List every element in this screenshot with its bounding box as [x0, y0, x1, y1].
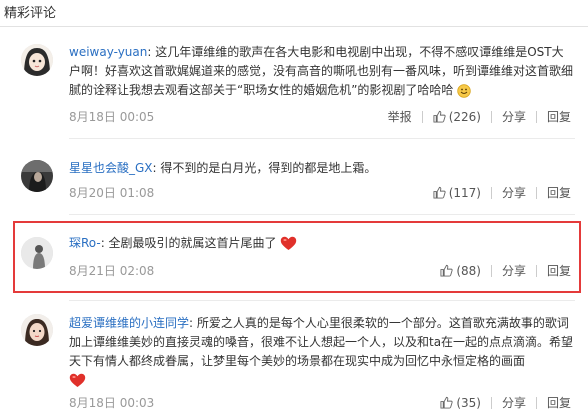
share-button[interactable]: 分享 [502, 262, 526, 279]
action-separator [535, 396, 537, 409]
thumbs-up-icon [433, 186, 446, 199]
share-button[interactable]: 分享 [502, 394, 526, 411]
like-button[interactable]: (88) [440, 264, 481, 278]
comment-date: 8月20日 01:08 [69, 186, 155, 200]
like-button[interactable]: (226) [433, 110, 481, 124]
like-count: (88) [456, 263, 481, 278]
thumbs-up-icon [440, 264, 453, 277]
comment-divider [69, 300, 575, 301]
smile-emoji-icon [457, 83, 471, 98]
title-divider [0, 26, 588, 27]
like-button[interactable]: (117) [433, 186, 481, 200]
action-separator [535, 264, 537, 277]
avatar[interactable] [21, 160, 53, 192]
comment-date: 8月18日 00:05 [69, 110, 155, 124]
action-separator [490, 264, 492, 277]
section-title: 精彩评论 [4, 6, 57, 21]
comment-username[interactable]: 琛Ro- [69, 236, 101, 250]
share-button[interactable]: 分享 [502, 108, 526, 125]
reply-button[interactable]: 回复 [547, 394, 571, 411]
like-count: (226) [448, 109, 481, 124]
action-separator [421, 110, 423, 123]
avatar[interactable] [21, 237, 53, 269]
like-count: (35) [456, 395, 481, 410]
action-separator [535, 110, 537, 123]
action-separator [490, 110, 492, 123]
thumbs-up-icon [440, 396, 453, 409]
comment-username[interactable]: 星星也会酸_GX [69, 161, 153, 175]
like-button[interactable]: (35) [440, 396, 481, 410]
avatar[interactable] [21, 314, 53, 346]
thumbs-up-icon [433, 110, 446, 123]
reply-button[interactable]: 回复 [547, 262, 571, 279]
like-count: (117) [448, 185, 481, 200]
reply-button[interactable]: 回复 [547, 108, 571, 125]
comment-username[interactable]: 超爱谭维维的小连同学 [69, 316, 189, 330]
heart-emoji-icon [281, 236, 297, 250]
report-button[interactable]: 举报 [388, 108, 412, 125]
share-button[interactable]: 分享 [502, 184, 526, 201]
comment-divider [69, 214, 575, 215]
highlight-box [13, 221, 581, 293]
reply-button[interactable]: 回复 [547, 184, 571, 201]
comment-divider [69, 138, 575, 139]
comment-text: : 得不到的是白月光，得到的都是地上霜。 [152, 161, 377, 175]
comment-text: : 全剧最吸引的就属这首片尾曲了 [100, 236, 277, 250]
heart-emoji-icon [69, 373, 86, 387]
comment-date: 8月18日 00:03 [69, 396, 155, 410]
action-separator [490, 186, 492, 199]
comment-username[interactable]: weiway-yuan [69, 45, 147, 59]
avatar[interactable] [21, 44, 53, 76]
comment-date: 8月21日 02:08 [69, 264, 155, 278]
action-separator [535, 186, 537, 199]
action-separator [490, 396, 492, 409]
